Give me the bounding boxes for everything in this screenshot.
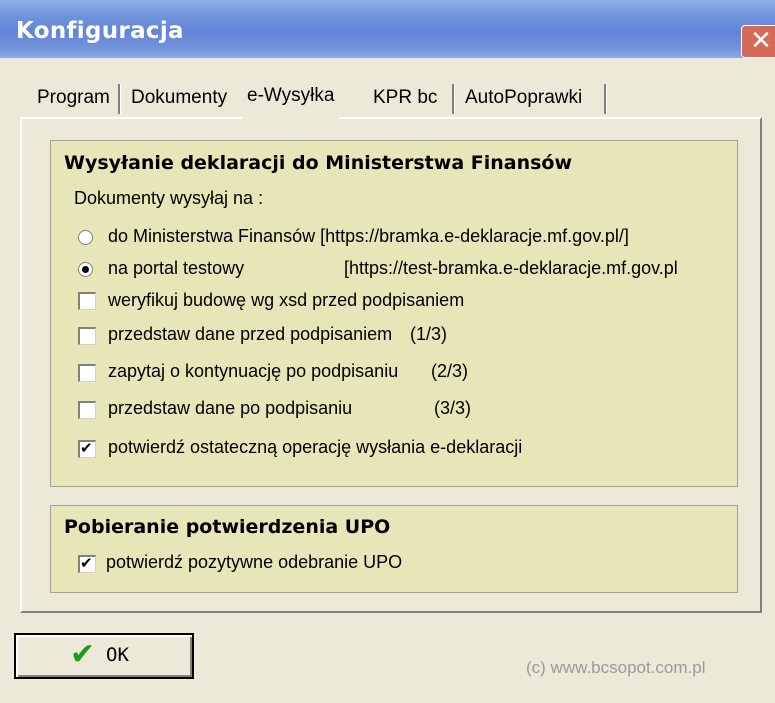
checkbox-confirm-send-label[interactable]: potwierdź ostateczną operację wysłania e…	[108, 437, 522, 458]
checkbox-verify-xsd-label[interactable]: weryfikuj budowę wg xsd przed podpisanie…	[108, 290, 464, 311]
radio-test-portal[interactable]	[78, 262, 93, 277]
ok-button-label: OK	[106, 644, 129, 666]
window-title: Konfiguracja	[16, 18, 184, 44]
radio-ministry-label[interactable]: do Ministerstwa Finansów [https://bramka…	[108, 226, 629, 247]
tab-separator	[452, 84, 455, 114]
tab-separator	[604, 84, 607, 114]
upo-group-title: Pobieranie potwierdzenia UPO	[64, 516, 391, 538]
step-indicator: (3/3)	[434, 398, 472, 418]
checkbox-show-after-sign[interactable]	[78, 401, 96, 419]
checkbox-show-before-sign[interactable]	[78, 327, 96, 345]
checkbox-confirm-upo-label[interactable]: potwierdź pozytywne odebranie UPO	[106, 552, 402, 573]
step-indicator: (2/3)	[431, 361, 469, 381]
checkbox-show-before-sign-label[interactable]: przedstaw dane przed podpisaniem	[108, 324, 392, 345]
radio-test-portal-url: [https://test-bramka.e-deklaracje.mf.gov…	[344, 258, 678, 278]
step-indicator: (1/3)	[410, 324, 448, 344]
send-target-label: Dokumenty wysyłaj na :	[74, 188, 264, 208]
close-icon[interactable]: ✕	[741, 25, 775, 58]
checkbox-show-after-sign-label[interactable]: przedstaw dane po podpisaniu	[108, 398, 352, 419]
copyright-text: (c) www.bcsopot.com.pl	[526, 658, 706, 677]
radio-ministry[interactable]	[78, 230, 93, 245]
tab-program[interactable]: Program	[32, 80, 115, 118]
title-bar: Konfiguracja ✕	[0, 0, 775, 58]
tab-kpr-bc[interactable]: KPR bc	[368, 80, 442, 118]
green-check-icon: ✔	[70, 637, 96, 672]
checkbox-confirm-send[interactable]	[78, 439, 96, 458]
ok-button[interactable]: ✔ OK	[14, 633, 194, 679]
send-group-title: Wysyłanie deklaracji do Ministerstwa Fin…	[64, 152, 573, 174]
checkbox-ask-continue-label[interactable]: zapytaj o kontynuację po podpisaniu	[108, 361, 398, 382]
radio-test-portal-label[interactable]: na portal testowy	[108, 258, 244, 279]
tab-autopoprawki[interactable]: AutoPoprawki	[460, 80, 587, 118]
checkbox-ask-continue[interactable]	[78, 364, 96, 382]
tab-e-wysylka[interactable]: e-Wysyłka	[242, 72, 340, 122]
tab-dokumenty[interactable]: Dokumenty	[126, 80, 232, 118]
checkbox-verify-xsd[interactable]	[78, 292, 96, 310]
tab-separator	[118, 84, 121, 114]
checkbox-confirm-upo[interactable]	[78, 554, 96, 573]
